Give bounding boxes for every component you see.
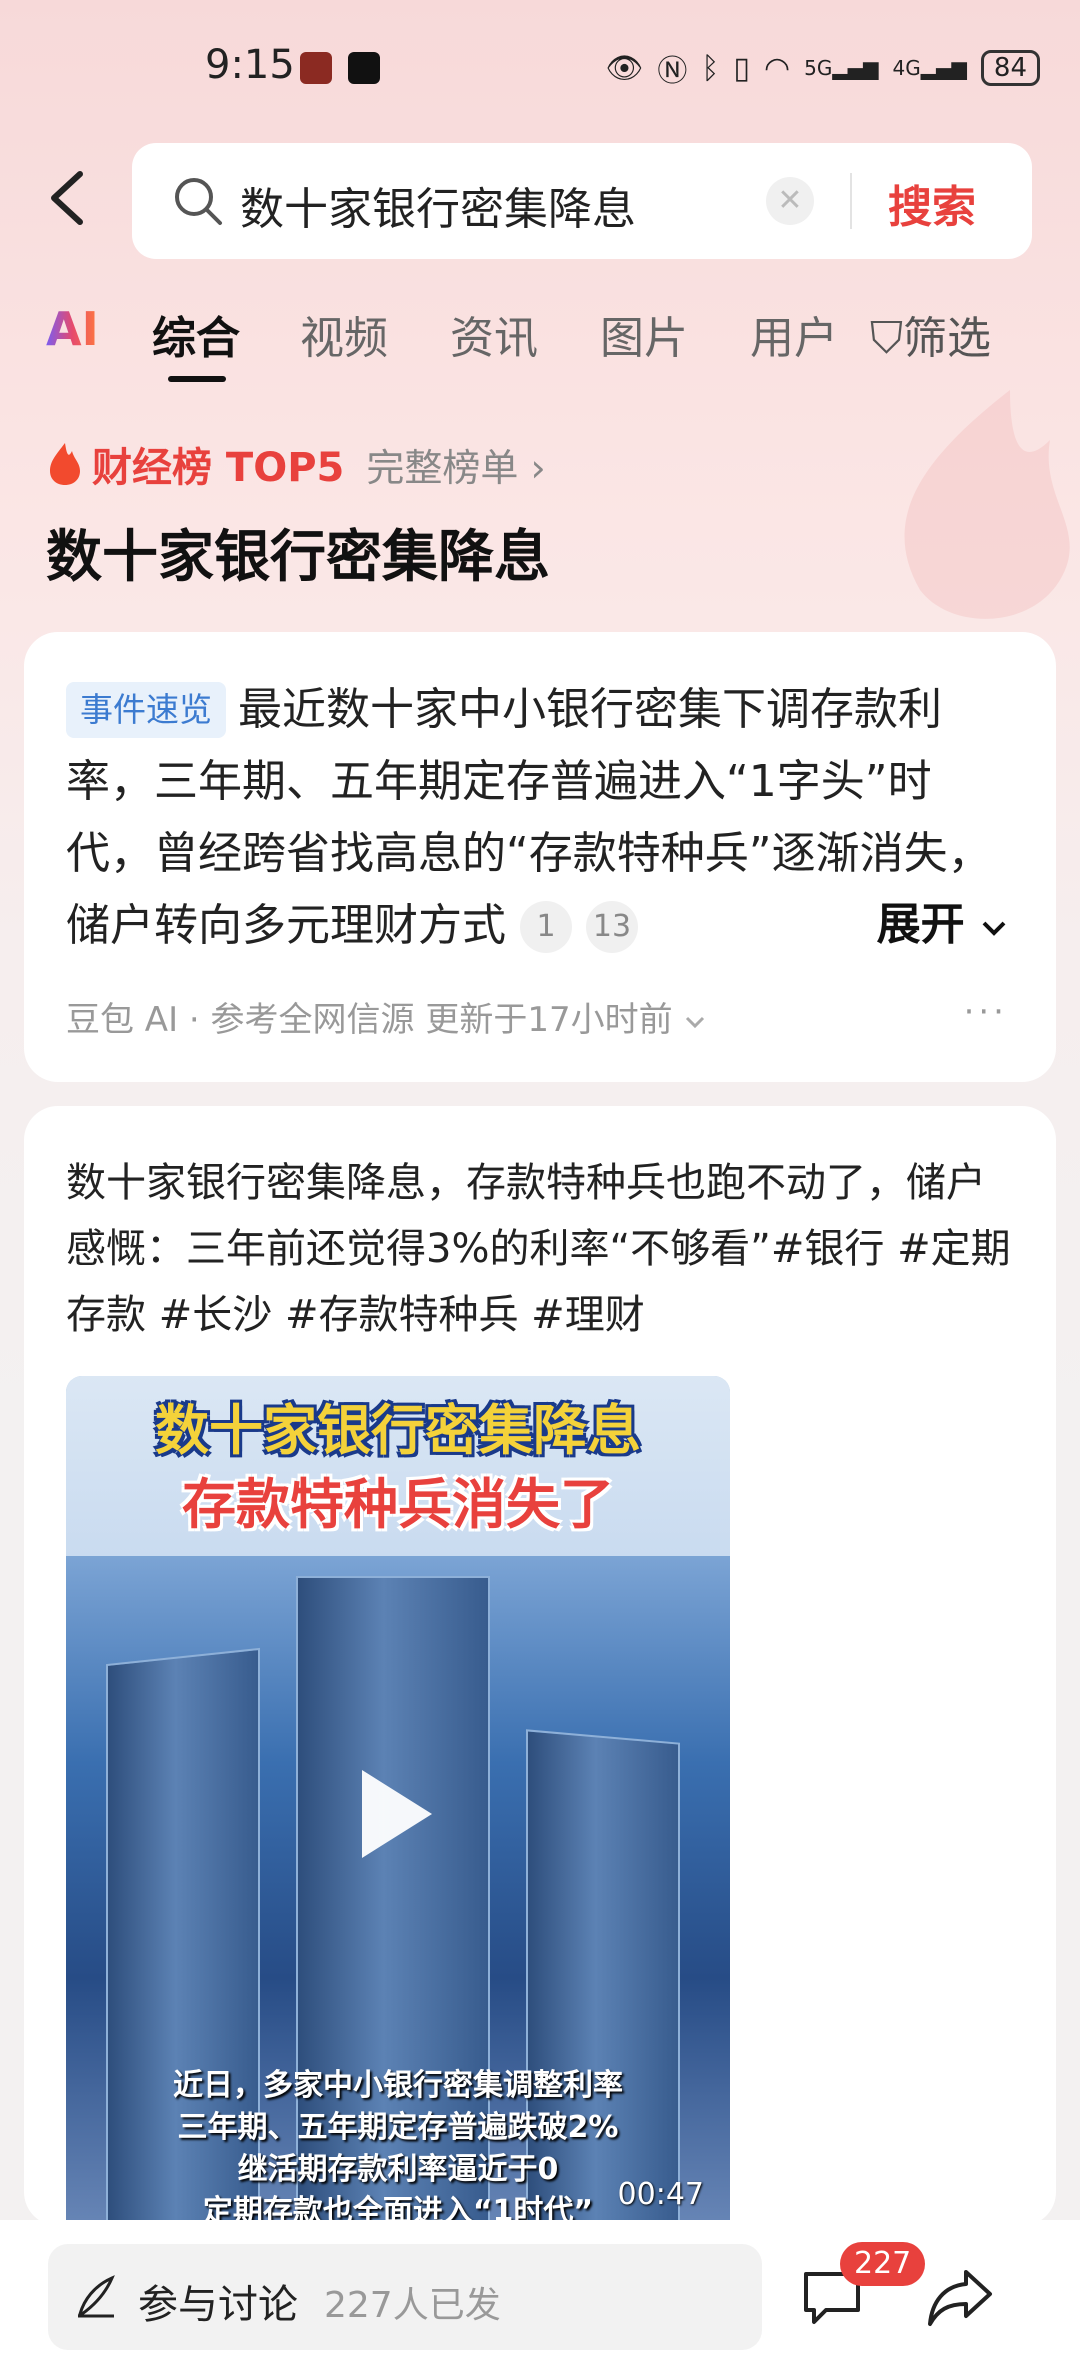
video-subtitle: 近日，多家中小银行密集调整利率 [173, 2068, 623, 2103]
chevron-down-icon [686, 1016, 705, 1029]
status-bar: 9:15 👁 Ⓝ ᛒ ▯ ◠ 5G▂▄▆ 4G▂▄▆ 84 [0, 0, 1080, 120]
join-discussion-button[interactable]: 参与讨论 227人已发 [48, 2244, 762, 2350]
post-text[interactable]: 数十家银行密集降息，存款特种兵也跑不动了，储户感慨：三年前还觉得3%的利率“不够… [66, 1150, 1016, 1348]
signal-5g-icon: 5G▂▄▆ [804, 56, 879, 80]
video-post-card[interactable]: 数十家银行密集降息，存款特种兵也跑不动了，储户感慨：三年前还觉得3%的利率“不够… [24, 1106, 1056, 2236]
fire-icon [50, 443, 80, 485]
expand-button[interactable]: 展开 [852, 888, 1008, 952]
tab-images[interactable]: 图片 [600, 302, 688, 366]
search-divider [850, 173, 852, 229]
status-time: 9:15 [205, 42, 295, 88]
ranking-label: 财经榜 TOP5 [92, 445, 345, 491]
video-subtitle: 三年期、五年期定存普遍跌破2% [177, 2110, 619, 2145]
pen-icon [78, 2275, 115, 2318]
more-options-icon[interactable]: ··· [964, 992, 1008, 1032]
signal-4g-icon: 4G▂▄▆ [892, 56, 967, 80]
filter-icon: ⛉ [870, 313, 903, 364]
tab-video[interactable]: 视频 [300, 302, 388, 366]
status-indicators: 👁 Ⓝ ᛒ ▯ ◠ 5G▂▄▆ 4G▂▄▆ 84 [605, 46, 1040, 90]
event-tag: 事件速览 [66, 682, 226, 738]
flame-decoration [904, 390, 1070, 619]
expand-label: 展开 [876, 899, 965, 950]
video-title-banner: 数十家银行密集降息 存款特种兵消失了 [66, 1376, 730, 1556]
nfc-icon: Ⓝ [657, 54, 688, 89]
discuss-count: 227人已发 [324, 2285, 501, 2326]
video-duration: 00:47 [617, 2177, 704, 2212]
active-tab-indicator [168, 376, 226, 382]
tab-ai[interactable]: AI [46, 302, 99, 356]
search-icon [175, 178, 222, 225]
play-icon[interactable] [362, 1770, 432, 1858]
wifi-icon: ◠ [763, 50, 791, 86]
clear-icon[interactable]: ✕ [766, 177, 814, 225]
bluetooth-icon: ᛒ [701, 50, 720, 86]
full-list-link[interactable]: 完整榜单 › [366, 437, 545, 492]
tab-news[interactable]: 资讯 [450, 302, 538, 366]
tab-filter[interactable]: ⛉筛选 [870, 302, 991, 366]
discuss-label: 参与讨论 [138, 2282, 298, 2328]
search-bar[interactable]: 数十家银行密集降息 ✕ 搜索 [132, 143, 1032, 259]
summary-source[interactable]: 豆包 AI · 参考全网信源 更新于17小时前 [66, 992, 707, 1041]
category-tabs: AI 综合 视频 资讯 图片 用户 ⛉筛选 [0, 292, 1080, 392]
finance-ranking-entry[interactable]: 财经榜 TOP5 完整榜单 › [46, 434, 546, 494]
video-title-line-1: 数十家银行密集降息 [155, 1399, 641, 1462]
tab-comprehensive[interactable]: 综合 [152, 302, 240, 366]
back-icon[interactable] [44, 168, 92, 228]
citation-badge[interactable]: 1 [520, 901, 572, 953]
eye-icon: 👁 [605, 50, 644, 86]
app-notification-icon [300, 52, 332, 84]
search-button[interactable]: 搜索 [888, 171, 976, 235]
bottom-bar: 参与讨论 227人已发 227 [0, 2220, 1080, 2376]
tab-users[interactable]: 用户 [750, 302, 838, 366]
chevron-down-icon [982, 921, 1006, 936]
citation-badge[interactable]: 13 [586, 901, 638, 953]
video-thumbnail[interactable]: 数十家银行密集降息 存款特种兵消失了 近日，多家中小银行密集调整利率 三年期、五… [66, 1376, 730, 2236]
video-title-line-2: 存款特种兵消失了 [182, 1473, 614, 1536]
battery-indicator: 84 [980, 50, 1040, 86]
topic-title: 数十家银行密集降息 [46, 525, 550, 590]
vibrate-icon: ▯ [733, 50, 750, 86]
share-icon[interactable] [926, 2266, 994, 2328]
tiktok-notification-icon [348, 52, 380, 84]
ai-summary-card[interactable]: 事件速览 最近数十家中小银行密集下调存款利率，三年期、五年期定存普遍进入“1字头”… [24, 632, 1056, 1082]
source-text: 豆包 AI · 参考全网信源 更新于17小时前 [66, 1000, 673, 1040]
search-input[interactable]: 数十家银行密集降息 [240, 173, 636, 237]
filter-label: 筛选 [903, 313, 991, 364]
comment-count-badge: 227 [840, 2242, 926, 2286]
